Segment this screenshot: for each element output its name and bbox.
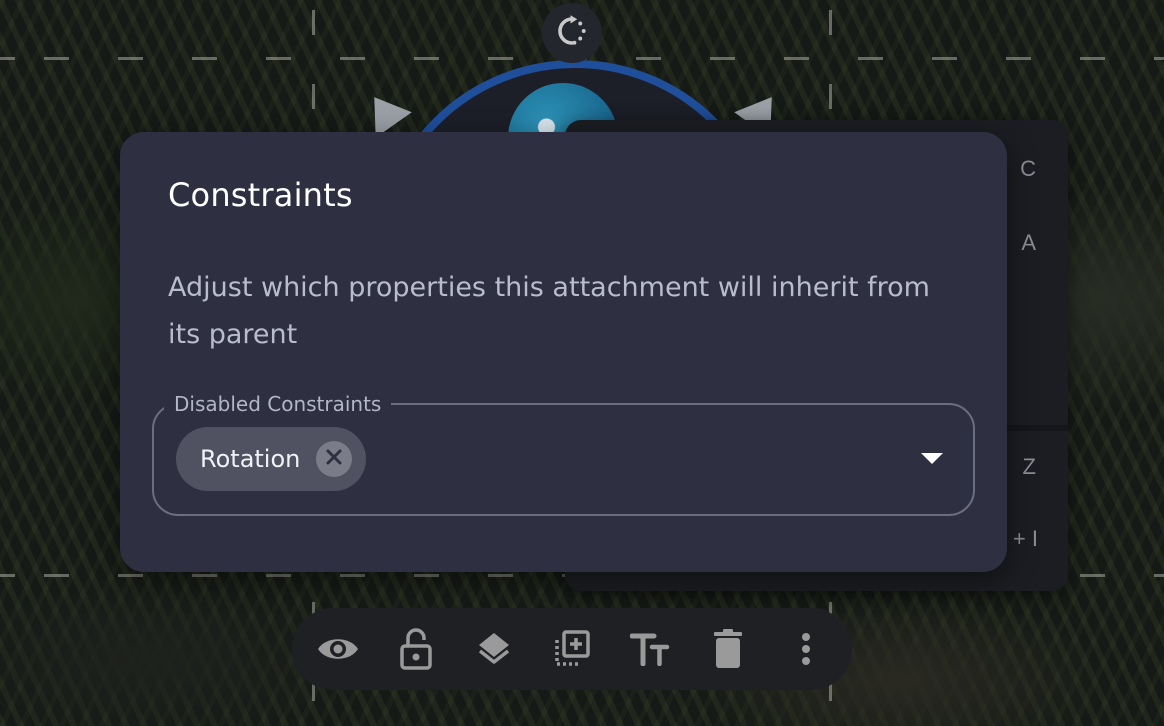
eye-icon [316,634,360,664]
layers-icon [476,631,512,667]
rotate-icon [554,13,590,54]
menu-shortcut: C [1020,156,1036,181]
more-button[interactable] [778,621,834,677]
text-size-icon [630,632,670,666]
layers-button[interactable] [466,621,522,677]
chip-rotation[interactable]: Rotation [176,427,366,491]
text-button[interactable] [622,621,678,677]
rotate-handle[interactable] [542,3,602,63]
dialog-title: Constraints [168,176,353,214]
chip-label: Rotation [200,445,301,473]
token-toolbar [292,608,852,690]
menu-shortcut: + I [1012,526,1038,551]
add-attachment-button[interactable] [544,621,600,677]
constraints-dialog: Constraints Adjust which properties this… [120,132,1007,572]
chip-remove-button[interactable] [316,441,352,477]
select-label: Disabled Constraints [174,392,382,416]
lock-button[interactable] [388,621,444,677]
more-vertical-icon [801,632,811,666]
delete-button[interactable] [700,621,756,677]
unlock-icon [399,628,433,670]
menu-shortcut: A [1021,230,1036,255]
close-icon [325,448,343,471]
disabled-constraints-select[interactable]: Disabled Constraints Rotation [152,392,975,516]
visibility-button[interactable] [310,621,366,677]
add-to-photos-icon [553,630,591,668]
menu-shortcut: Z [1022,454,1036,479]
dialog-description: Adjust which properties this attachment … [168,272,930,350]
caret-down-icon[interactable] [921,453,943,464]
canvas-stage[interactable]: C A Z + I Constraints Adjust which prope… [0,0,1164,726]
trash-icon [713,629,743,669]
